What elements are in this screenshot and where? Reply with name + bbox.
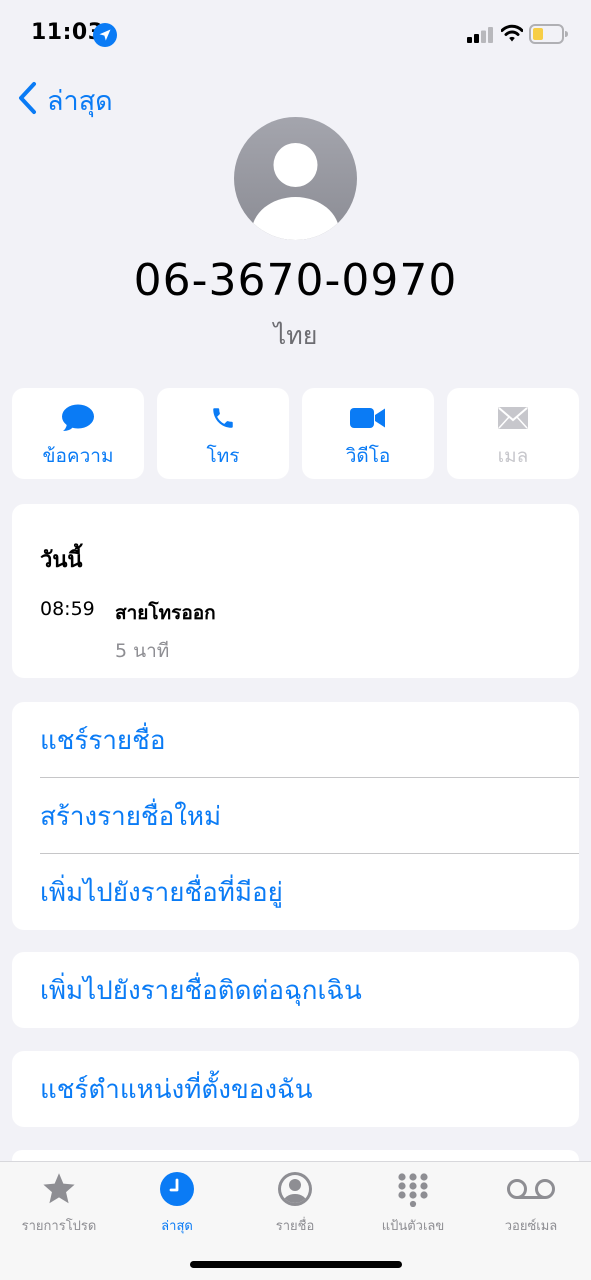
video-button-label: วิดีโอ — [345, 445, 391, 467]
clock-icon — [160, 1170, 194, 1208]
message-button[interactable]: ข้อความ — [12, 388, 144, 479]
mail-button[interactable]: เมล — [447, 388, 579, 479]
location-arrow-icon — [93, 23, 117, 51]
recent-calls-card: วันนี้ 08:59 สายโทรออก 5 นาที — [12, 504, 579, 678]
phone-label: ไทย — [273, 321, 318, 350]
share-contact-button[interactable]: แชร์รายชื่อ — [12, 702, 579, 778]
back-label: ล่าสุด — [47, 85, 113, 117]
tab-favorites-label: รายการโปรด — [21, 1219, 97, 1234]
cellular-signal-icon — [467, 27, 493, 47]
envelope-icon — [497, 405, 529, 431]
star-icon — [40, 1170, 78, 1208]
phone-number: 06-3670-0970 — [133, 255, 458, 306]
tab-favorites[interactable]: รายการโปรด — [0, 1170, 118, 1240]
video-camera-icon — [350, 405, 386, 431]
mail-button-label: เมล — [497, 445, 529, 467]
voicemail-icon — [506, 1170, 556, 1208]
add-emergency-contact-button[interactable]: เพิ่มไปยังรายชื่อติดต่อฉุกเฉิน — [12, 952, 579, 1028]
avatar — [234, 117, 357, 240]
tab-recents-label: ล่าสุด — [161, 1219, 193, 1234]
call-time: 08:59 — [40, 598, 95, 620]
home-indicator[interactable] — [190, 1261, 402, 1268]
tab-keypad[interactable]: แป้นตัวเลข — [354, 1170, 472, 1240]
wifi-icon — [500, 24, 524, 46]
call-type: สายโทรออก — [115, 602, 216, 624]
call-button[interactable]: โทร — [157, 388, 289, 479]
tab-contacts[interactable]: รายชื่อ — [236, 1170, 354, 1240]
message-button-label: ข้อความ — [42, 445, 114, 467]
contact-options-card: แชร์รายชื่อ สร้างรายชื่อใหม่ เพิ่มไปยังร… — [12, 702, 579, 930]
tab-voicemail-label: วอยซ์เมล — [504, 1219, 558, 1234]
message-bubble-icon — [61, 404, 95, 431]
add-to-existing-contact-button[interactable]: เพิ่มไปยังรายชื่อที่มีอยู่ — [12, 854, 579, 930]
chevron-left-icon — [17, 81, 37, 119]
create-new-contact-button[interactable]: สร้างรายชื่อใหม่ — [12, 778, 579, 854]
tab-keypad-label: แป้นตัวเลข — [381, 1219, 445, 1234]
recent-day-heading: วันนี้ — [40, 548, 83, 573]
emergency-contact-card: เพิ่มไปยังรายชื่อติดต่อฉุกเฉิน — [12, 952, 579, 1028]
call-button-label: โทร — [206, 445, 240, 467]
keypad-icon — [395, 1170, 431, 1208]
tab-recents[interactable]: ล่าสุด — [118, 1170, 236, 1240]
battery-low-icon — [529, 23, 569, 49]
tab-contacts-label: รายชื่อ — [275, 1219, 315, 1234]
tab-voicemail[interactable]: วอยซ์เมล — [472, 1170, 590, 1240]
back-button[interactable]: ล่าสุด — [17, 80, 113, 120]
call-duration: 5 นาที — [115, 640, 170, 662]
person-placeholder-icon — [234, 117, 357, 244]
share-location-card: แชร์ตำแหน่งที่ตั้งของฉัน — [12, 1051, 579, 1127]
share-my-location-button[interactable]: แชร์ตำแหน่งที่ตั้งของฉัน — [12, 1051, 579, 1127]
phone-icon — [210, 405, 236, 431]
status-bar: 11:03 — [0, 0, 591, 70]
video-button[interactable]: วิดีโอ — [302, 388, 434, 479]
person-circle-icon — [278, 1170, 312, 1208]
